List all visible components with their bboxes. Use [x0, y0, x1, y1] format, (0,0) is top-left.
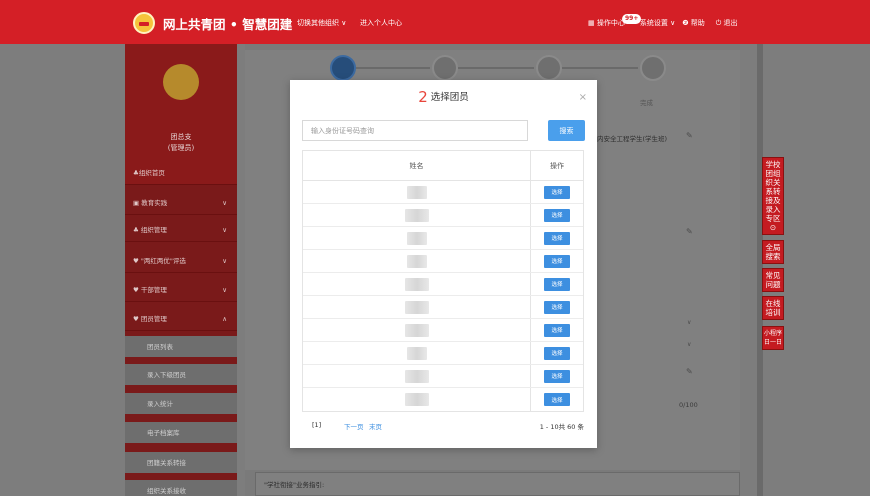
table-row: 选择 — [303, 250, 583, 273]
sidebar-item-awards[interactable]: ♥ "两红两优"评选 ∨ — [125, 250, 237, 273]
table-row: 选择 — [303, 227, 583, 250]
id-search-input[interactable] — [302, 120, 528, 141]
step-3-dot — [536, 55, 562, 81]
sidebar-sub-archive[interactable]: 电子档案库 — [125, 422, 237, 444]
edit-icon: ✎ — [686, 367, 693, 376]
right-tag-global-search[interactable]: 全局搜索 — [762, 240, 784, 264]
chevron-down-icon: ∨ — [222, 226, 227, 234]
sidebar-sub-member-list[interactable]: 团员列表 — [125, 336, 237, 358]
close-icon[interactable]: × — [579, 92, 587, 103]
guide-title: "学社衔接"业务指引: — [264, 481, 325, 489]
column-header-name: 姓名 — [303, 151, 531, 180]
logout-link[interactable]: ⏻ 退出 — [716, 18, 738, 28]
blurred-name — [406, 346, 427, 360]
step-number: 2 — [418, 88, 428, 106]
step-1-dot — [330, 55, 356, 81]
blurred-name — [404, 277, 429, 291]
table-row: 选择 — [303, 388, 583, 411]
top-bar: 网上共青团 • 智慧团建 切换其他组织 ∨ 进入个人中心 ▦ 操作中心 系统设置… — [0, 0, 870, 44]
sidebar-item-members[interactable]: ♥ 团员管理 ∧ — [125, 308, 237, 331]
step-connector — [458, 67, 534, 69]
select-button[interactable]: 选择 — [544, 208, 570, 222]
select-button[interactable]: 选择 — [544, 300, 570, 314]
org-name: 团总支 — [170, 133, 192, 141]
sidebar-item-cadre[interactable]: ♥ 干部管理 ∨ — [125, 279, 237, 302]
select-button[interactable]: 选择 — [544, 346, 570, 360]
chevron-down-icon: ∨ — [687, 319, 692, 326]
select-button[interactable]: 选择 — [544, 323, 570, 337]
org-emblem-icon — [163, 64, 199, 100]
blurred-name — [406, 254, 427, 268]
chevron-down-icon: ∨ — [222, 257, 227, 265]
table-row: 选择 — [303, 296, 583, 319]
right-tag-faq[interactable]: 常见问题 — [762, 268, 784, 292]
select-button[interactable]: 选择 — [544, 231, 570, 245]
guide-box: "学社衔接"业务指引: — [255, 472, 740, 496]
select-button[interactable]: 选择 — [544, 254, 570, 268]
blurred-name — [406, 185, 427, 199]
blurred-name — [404, 393, 429, 406]
select-button[interactable]: 选择 — [544, 185, 570, 199]
chevron-down-icon: ∨ — [222, 286, 227, 294]
chevron-down-icon: ∨ — [222, 199, 227, 207]
org-role: (管理员) — [167, 144, 195, 152]
step-connector — [356, 67, 430, 69]
blurred-name — [404, 208, 429, 222]
table-row: 选择 — [303, 365, 583, 388]
sidebar-item-org[interactable]: ♣ 组织管理 ∨ — [125, 219, 237, 242]
blurred-name — [404, 300, 429, 314]
blurred-name — [404, 369, 429, 383]
switch-org-link[interactable]: 切换其他组织 ∨ — [297, 18, 346, 28]
step-4-label: 完成 — [640, 99, 653, 107]
search-button[interactable]: 搜索 — [548, 120, 585, 141]
right-tag-transfer-zone[interactable]: 学校团组织关系转接及录入专区 ⊙ — [762, 157, 784, 235]
pagination-next[interactable]: 下一页 — [344, 421, 364, 431]
notification-badge: 99+ — [622, 14, 642, 24]
brand-title: 网上共青团 • 智慧团建 — [163, 17, 293, 32]
chevron-down-icon: ∨ — [687, 341, 692, 348]
right-tag-miniprogram[interactable]: 小程序日一日 — [762, 326, 784, 350]
personal-center-link[interactable]: 进入个人中心 — [360, 18, 402, 28]
member-table: 姓名 操作 选择 选择 选择 选择 选择 选择 选择 选择 选择 选择 — [302, 150, 584, 412]
edit-icon: ✎ — [686, 227, 693, 236]
sidebar-item-education[interactable]: ▣ 教育实践 ∨ — [125, 192, 237, 215]
table-row: 选择 — [303, 181, 583, 204]
blurred-name — [404, 323, 429, 337]
pagination-current[interactable]: [1] — [312, 421, 321, 429]
modal-title-text: 选择团员 — [430, 92, 469, 103]
select-member-modal: 2选择团员 × 搜索 姓名 操作 选择 选择 选择 选择 选择 选择 选择 选择… — [290, 80, 597, 448]
select-button[interactable]: 选择 — [544, 369, 570, 383]
chevron-up-icon: ∧ — [222, 315, 227, 323]
blurred-name — [406, 231, 427, 245]
sidebar-sub-enter-members[interactable]: 录入下级团员 — [125, 364, 237, 386]
step-2-dot — [432, 55, 458, 81]
system-settings-link[interactable]: 系统设置 ∨ — [640, 18, 675, 28]
step-4-dot — [640, 55, 666, 81]
sidebar-item-home[interactable]: ♣组织首页 — [125, 162, 237, 185]
sidebar-sub-receive[interactable]: 组织关系接收 — [125, 480, 237, 496]
league-logo-icon — [133, 12, 155, 34]
edit-icon: ✎ — [686, 131, 693, 140]
right-tag-training[interactable]: 在线培训 — [762, 296, 784, 320]
table-header: 姓名 操作 — [303, 151, 583, 181]
modal-title: 2 选择团员 — [290, 88, 597, 106]
char-counter: 0/100 — [679, 401, 698, 409]
table-row: 选择 — [303, 342, 583, 365]
table-row: 选择 — [303, 319, 583, 342]
step-connector — [562, 67, 638, 69]
top-right-links: ▦ 操作中心 系统设置 ∨ ❷ 帮助 ⏻ 退出 — [588, 18, 740, 28]
help-link[interactable]: ❷ 帮助 — [682, 18, 705, 28]
column-header-action: 操作 — [550, 161, 564, 170]
bg-field-text: 内安全工程学生(学生班) — [597, 135, 668, 143]
ops-center-link[interactable]: ▦ 操作中心 — [588, 18, 625, 28]
table-row: 选择 — [303, 273, 583, 296]
sidebar-sub-transfer[interactable]: 团籍关系转接 — [125, 452, 237, 474]
select-button[interactable]: 选择 — [544, 393, 570, 406]
select-button[interactable]: 选择 — [544, 277, 570, 291]
pagination-last[interactable]: 末页 — [369, 421, 382, 431]
table-row: 选择 — [303, 204, 583, 227]
pagination-total: 1 - 10共 60 条 — [539, 423, 584, 431]
sidebar: 团总支 (管理员) ♣组织首页 ▣ 教育实践 ∨ ♣ 组织管理 ∨ ♥ "两红两优"… — [125, 44, 237, 496]
sidebar-sub-stats[interactable]: 录入统计 — [125, 393, 237, 415]
